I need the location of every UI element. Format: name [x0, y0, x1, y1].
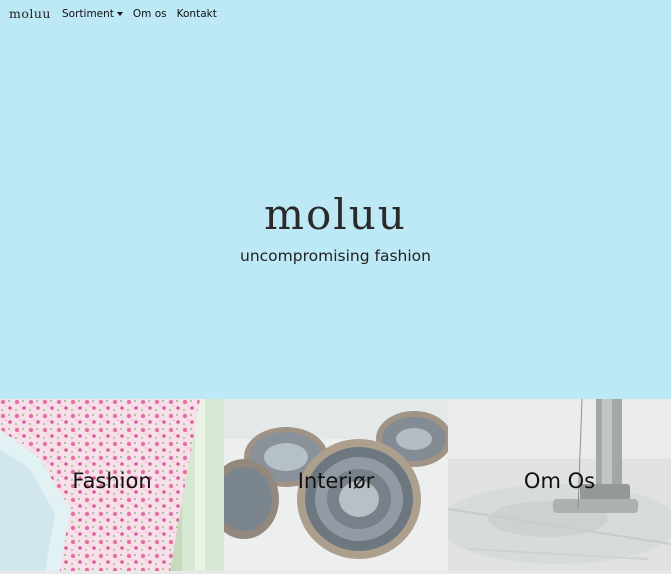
main-nav: Sortiment Om os Kontakt	[62, 8, 217, 20]
hero-subtitle: uncompromising fashion	[240, 247, 431, 265]
tile-label: Om Os	[523, 469, 596, 493]
category-tiles: Fashion Interiør Om Os	[0, 399, 671, 571]
tile-om-os[interactable]: Om Os	[448, 399, 671, 571]
brand-logo[interactable]: moluu	[9, 6, 51, 21]
tile-label: Interiør	[297, 469, 375, 493]
navbar: moluu Sortiment Om os Kontakt	[0, 0, 671, 30]
tile-interior[interactable]: Interiør	[224, 399, 448, 571]
nav-item-kontakt[interactable]: Kontakt	[177, 8, 217, 20]
tile-fashion[interactable]: Fashion	[0, 399, 224, 571]
hero-title: moluu	[264, 190, 407, 239]
nav-item-sortiment[interactable]: Sortiment	[62, 8, 123, 20]
nav-item-label: Om os	[132, 8, 167, 20]
nav-item-om-os[interactable]: Om os	[133, 8, 167, 20]
nav-item-label: Sortiment	[62, 8, 114, 20]
nav-item-label: Kontakt	[176, 8, 217, 20]
hero-section: moluu uncompromising fashion	[0, 30, 671, 399]
caret-down-icon	[116, 12, 123, 16]
tile-label: Fashion	[72, 469, 152, 493]
